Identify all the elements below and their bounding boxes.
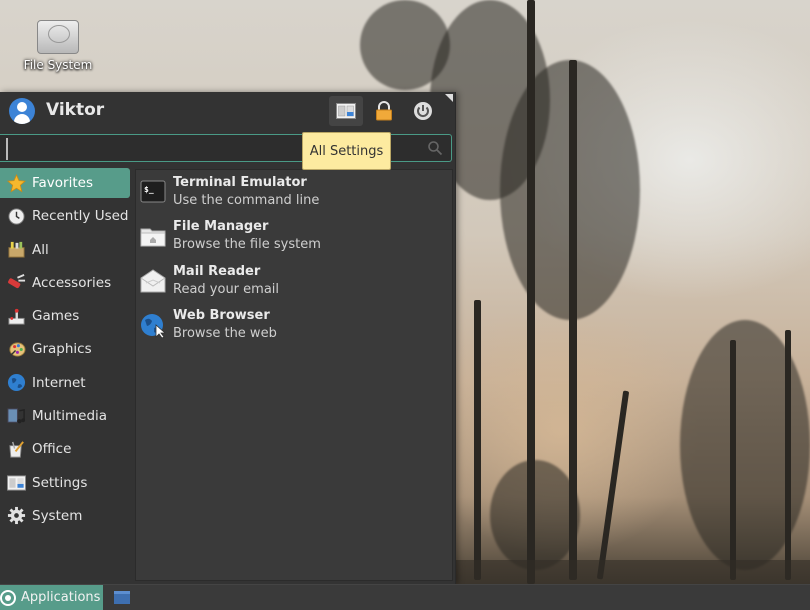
app-item-web-browser[interactable]: Web Browser Browse the web [136,303,452,347]
app-item-mail-reader[interactable]: Mail Reader Read your email [136,259,452,303]
category-label: System [32,507,83,524]
category-label: All [32,241,49,258]
category-games[interactable]: Games [0,301,130,331]
category-label: Graphics [32,341,92,358]
desktop-icon-file-system[interactable]: File System [16,20,100,72]
terminal-icon: $_ [140,180,166,203]
category-label: Multimedia [32,408,108,425]
category-label: Games [32,308,80,325]
forest-floor [455,560,810,584]
search-icon [428,141,443,156]
settings-icon [7,473,26,492]
menu-header: Viktor [0,92,455,130]
category-label: Settings [32,474,88,491]
app-item-file-manager[interactable]: File Manager Browse the file system [136,214,452,258]
power-icon [414,102,432,120]
category-office[interactable]: Office [0,434,130,464]
desktop-icon-label: File System [23,58,93,72]
category-favorites[interactable]: Favorites [0,168,130,198]
power-button[interactable] [406,96,440,126]
category-list: Favorites Recently Used All Accessories … [0,168,130,534]
category-multimedia[interactable]: Multimedia [0,401,130,431]
web-browser-icon [141,313,166,338]
app-description: Read your email [173,281,280,297]
applications-menu-button[interactable]: Applications [0,585,103,610]
resize-handle[interactable] [445,94,453,102]
app-name: Mail Reader [173,263,261,279]
accessories-icon [7,273,26,292]
app-name: Terminal Emulator [173,175,307,190]
distro-logo-icon [0,589,16,606]
tree-foliage [360,0,450,90]
mail-icon [140,268,166,293]
hard-drive-icon [37,20,79,54]
palette-icon [7,340,26,359]
category-internet[interactable]: Internet [0,368,130,398]
app-description: Browse the file system [173,237,321,253]
category-all[interactable]: All [0,235,130,265]
category-graphics[interactable]: Graphics [0,334,130,364]
tree-trunk [730,340,736,580]
joystick-icon [7,307,26,326]
user-avatar-icon[interactable] [9,98,35,124]
svg-text:$_: $_ [144,185,154,194]
show-desktop-icon[interactable] [114,591,130,604]
star-icon [7,173,26,193]
category-label: Accessories [32,274,112,291]
category-label: Recently Used [32,208,129,225]
tree-trunk [785,330,791,580]
category-label: Internet [32,374,86,391]
app-description: Use the command line [173,193,320,208]
tree-trunk [569,60,577,580]
gear-icon [7,506,26,525]
app-name: Web Browser [173,307,270,323]
app-name: File Manager [173,219,269,235]
app-list: $_ Terminal Emulator Use the command lin… [135,169,453,581]
category-label: Favorites [32,175,93,191]
tree-trunk [596,390,630,580]
lock-icon [376,101,392,121]
clock-icon [7,207,26,226]
multimedia-icon [7,407,26,426]
tree-trunk [474,300,481,580]
all-settings-button[interactable] [329,96,363,126]
applications-label: Applications [21,590,101,605]
app-item-terminal[interactable]: $_ Terminal Emulator Use the command lin… [136,170,452,214]
office-icon [7,440,26,459]
tooltip: All Settings [302,132,391,170]
category-settings[interactable]: Settings [0,468,130,498]
settings-manager-icon [336,103,356,119]
taskbar: Applications [0,584,810,610]
all-apps-icon [7,240,26,259]
lock-screen-button[interactable] [367,96,401,126]
folder-icon [140,228,166,247]
category-recently-used[interactable]: Recently Used [0,201,130,231]
app-description: Browse the web [173,325,277,341]
username: Viktor [46,100,105,120]
category-system[interactable]: System [0,501,130,531]
tree-trunk [527,0,535,584]
category-accessories[interactable]: Accessories [0,268,130,298]
tree-foliage [490,460,580,570]
globe-icon [7,373,26,392]
category-label: Office [32,441,72,458]
